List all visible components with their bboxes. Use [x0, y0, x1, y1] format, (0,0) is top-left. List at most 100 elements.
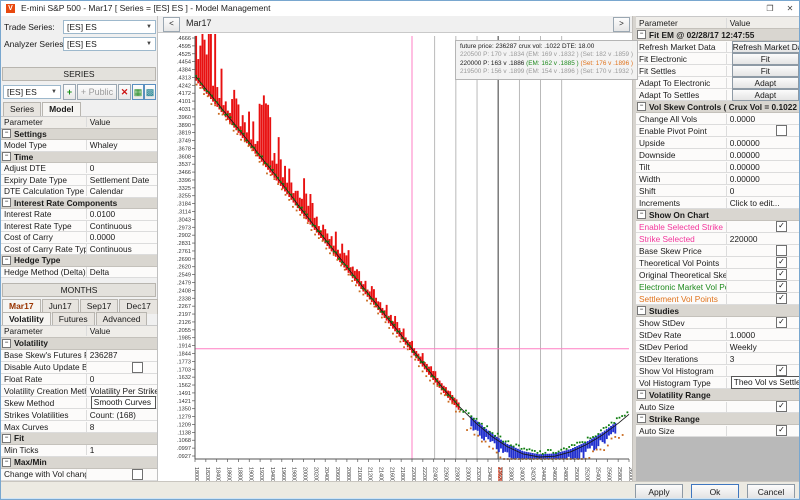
chevron-down-icon[interactable]: ▼	[49, 87, 59, 97]
section-label: Volatility	[14, 338, 157, 348]
param-value[interactable]: Continuous	[87, 221, 157, 231]
param-label: Increments	[636, 198, 727, 208]
grid-row: Base Skew's Futures Price236287	[1, 350, 157, 362]
svg-text:186000: 186000	[226, 467, 232, 481]
chart-panel: < Mar17 > .4666.4595.4525.4454.4384.4313…	[158, 16, 635, 481]
import-icon[interactable]: ▩	[144, 84, 156, 100]
series-combo[interactable]: [ES] ES▼	[3, 85, 61, 99]
param-label: Downside	[636, 150, 727, 160]
grid-row: Vol Histogram TypeTheo Vol vs Settle Vol	[636, 377, 800, 389]
vol-skew-chart[interactable]: .4666.4595.4525.4454.4384.4313.4242.4172…	[158, 32, 635, 481]
cancel-button[interactable]: Cancel	[747, 484, 795, 499]
collapse-icon[interactable]: −	[2, 339, 11, 348]
checkbox[interactable]: ✓	[776, 269, 787, 280]
svg-text:.3960: .3960	[177, 115, 191, 121]
add-series-button[interactable]: +	[63, 84, 76, 100]
chevron-down-icon[interactable]: ▼	[144, 39, 154, 49]
param-value[interactable]: Settlement Date	[87, 175, 157, 185]
param-value[interactable]: Whaley	[87, 140, 157, 150]
collapse-icon[interactable]: −	[2, 256, 11, 265]
param-value[interactable]: 0	[87, 163, 157, 173]
checkbox[interactable]	[776, 245, 787, 256]
param-label: Shift	[636, 186, 727, 196]
param-value[interactable]: 220000	[727, 234, 800, 244]
prev-month-button[interactable]: <	[163, 17, 180, 32]
checkbox[interactable]: ✓	[776, 221, 787, 232]
svg-text:.2126: .2126	[177, 320, 191, 326]
checkbox[interactable]: ✓	[776, 281, 787, 292]
param-value[interactable]: 0	[727, 186, 800, 196]
collapse-icon[interactable]: −	[2, 198, 11, 207]
param-value[interactable]: 0.00000	[727, 138, 800, 148]
checkbox[interactable]: ✓	[776, 401, 787, 412]
checkbox[interactable]: ✓	[776, 293, 787, 304]
checkbox[interactable]	[132, 469, 143, 480]
param-value[interactable]: 236287	[87, 350, 157, 360]
close-icon[interactable]: ✕	[781, 2, 799, 15]
param-value[interactable]: 0	[87, 374, 157, 384]
param-value[interactable]: 3	[727, 354, 800, 364]
collapse-icon[interactable]: −	[637, 306, 646, 315]
param-value[interactable]: Continuous	[87, 244, 157, 254]
param-value[interactable]: Calendar	[87, 186, 157, 196]
collapse-icon[interactable]: −	[637, 390, 646, 399]
ok-button[interactable]: Ok	[691, 484, 739, 499]
checkbox[interactable]: ✓	[776, 365, 787, 376]
param-label: Model Type	[1, 140, 87, 150]
collapse-icon[interactable]: −	[2, 152, 11, 161]
param-value-editor[interactable]: Smooth Curves	[91, 396, 156, 409]
checkbox[interactable]	[776, 125, 787, 136]
grid-row: Enable Selected Strike✓	[636, 221, 800, 233]
param-value[interactable]: Click to edit...	[727, 198, 800, 208]
cell-button[interactable]: Adapt	[732, 89, 799, 101]
svg-text:.4595: .4595	[177, 44, 191, 50]
svg-text:.1562: .1562	[177, 383, 191, 389]
tab-model[interactable]: Model	[42, 102, 81, 117]
param-value[interactable]: 0.0000	[87, 232, 157, 242]
param-value-editor[interactable]: Theo Vol vs Settle Vol	[731, 376, 800, 389]
analyzer-series-combo[interactable]: [ES] ES▼	[63, 37, 156, 51]
param-value[interactable]: Weekly	[727, 342, 800, 352]
param-value: ✓	[727, 425, 800, 436]
param-value[interactable]: 1.0000	[727, 330, 800, 340]
checkbox[interactable]	[132, 362, 143, 373]
svg-text:232000: 232000	[475, 467, 481, 481]
apply-button[interactable]: Apply	[635, 484, 683, 499]
add-public-button[interactable]: + Public	[77, 84, 117, 100]
collapse-icon[interactable]: −	[637, 414, 646, 423]
grid-row: Expiry Date TypeSettlement Date	[1, 175, 157, 187]
tooltip-line-strike-below: 219500 P: 156 v .1899 (EM: 154 v .1896 )…	[460, 68, 633, 76]
collapse-icon[interactable]: −	[2, 129, 11, 138]
checkbox[interactable]: ✓	[776, 317, 787, 328]
trade-series-combo[interactable]: [ES] ES▼	[63, 20, 156, 34]
export-icon[interactable]: ▦	[132, 84, 144, 100]
grid-row: IncrementsClick to edit...	[636, 197, 800, 209]
param-value[interactable]: 0.0000	[727, 114, 800, 124]
param-value[interactable]: 8	[87, 422, 157, 432]
chevron-down-icon[interactable]: ▼	[144, 22, 154, 32]
collapse-icon[interactable]: −	[637, 30, 646, 39]
next-month-button[interactable]: >	[613, 17, 630, 32]
param-value[interactable]: 0.00000	[727, 174, 800, 184]
svg-text:212000: 212000	[367, 467, 373, 481]
restore-icon[interactable]: ❐	[761, 2, 779, 15]
param-label: Change All Vols	[636, 114, 727, 124]
param-value[interactable]: Volatility Per Strike	[87, 386, 157, 396]
param-value[interactable]: Count: (168)	[87, 410, 157, 420]
param-value[interactable]: 0.00000	[727, 162, 800, 172]
tab-series[interactable]: Series	[3, 102, 41, 117]
checkbox[interactable]: ✓	[776, 425, 787, 436]
svg-text:.2479: .2479	[177, 280, 191, 286]
param-value[interactable]: Delta	[87, 267, 157, 277]
trade-series-row: Trade Series: [ES] ES▼	[1, 19, 158, 34]
param-value[interactable]: 0.00000	[727, 150, 800, 160]
checkbox[interactable]: ✓	[776, 257, 787, 268]
param-value[interactable]: 0.0100	[87, 209, 157, 219]
collapse-icon[interactable]: −	[2, 434, 11, 443]
svg-text:190000: 190000	[247, 467, 253, 481]
delete-series-icon[interactable]: ✕	[118, 84, 131, 100]
param-value[interactable]: 1	[87, 445, 157, 455]
collapse-icon[interactable]: −	[637, 210, 646, 219]
collapse-icon[interactable]: −	[637, 102, 646, 111]
collapse-icon[interactable]: −	[2, 458, 11, 467]
